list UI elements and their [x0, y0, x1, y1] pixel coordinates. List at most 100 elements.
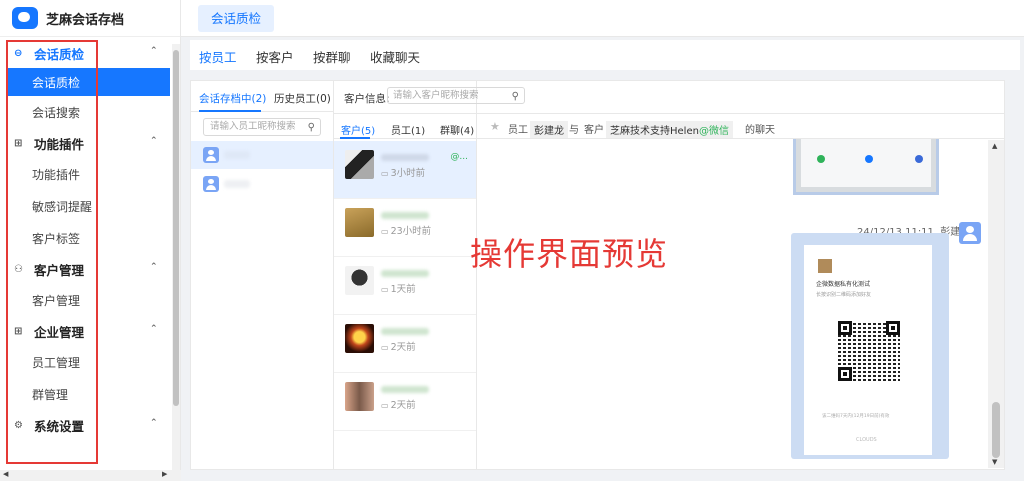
employee-tabs: 会话存档中(2) 历史员工(0)	[191, 81, 333, 112]
qr-card: 企微数据私有化测试 长按识别二维码添加好友 该二维码7天内(12月19日前)有效…	[804, 245, 932, 455]
sidebar-item-customer-mgmt[interactable]: 客户管理	[0, 284, 172, 316]
header-customer-prefix: 客户	[584, 125, 604, 136]
last-message-time: ▭ 23小时前	[381, 223, 431, 237]
tab-customers[interactable]: 客户(5)	[341, 122, 375, 137]
star-icon[interactable]: ★	[490, 120, 500, 133]
grid-icon: ⊞	[14, 325, 23, 337]
employee-search-input[interactable]: 请输入员工昵称搜索 ⚲	[203, 118, 321, 136]
blurred-name	[224, 180, 250, 188]
customer-avatar	[345, 150, 374, 179]
contact-type-tabs: 客户(5) 员工(1) 群聊(4)	[334, 113, 476, 139]
list-item[interactable]	[191, 141, 333, 169]
chevron-up-icon: ⌃	[150, 324, 158, 334]
edit-icon	[915, 155, 923, 163]
menu-group-customers[interactable]: ⚇ 客户管理 ⌃	[0, 254, 172, 284]
tab-groups[interactable]: 群聊(4)	[440, 122, 474, 137]
arrow-down-icon[interactable]: ▼	[992, 458, 997, 466]
sidebar-item-sensitive-words[interactable]: 敏感词提醒	[0, 190, 172, 222]
time-text: 2天前	[390, 400, 416, 411]
customer-source-tag: @...	[450, 152, 468, 162]
list-item[interactable]: ▭ 2天前	[334, 315, 476, 373]
image-message[interactable]	[793, 139, 939, 195]
chevron-up-icon: ⌃	[150, 418, 158, 428]
qr-finder	[838, 367, 852, 381]
app-header: 芝麻会话存档	[0, 0, 180, 37]
app-title: 芝麻会话存档	[46, 12, 125, 28]
chat-icon: ▭	[381, 169, 389, 178]
sidebar-item-session-search[interactable]: 会话搜索	[0, 96, 172, 128]
chat-header: ★ 员工 彭建龙 与 客户 芝麻技术支持Helen@微信 的聊天	[477, 113, 1004, 139]
tab-archiving[interactable]: 会话存档中(2)	[199, 91, 266, 106]
chat-icon: ▭	[381, 227, 389, 236]
tab-by-group[interactable]: 按群聊	[313, 47, 351, 66]
arrow-up-icon[interactable]: ▲	[992, 142, 997, 150]
header-suffix: 的聊天	[745, 125, 775, 136]
customer-info-label: 客户信息:	[344, 93, 390, 105]
sidebar-horizontal-scrollbar[interactable]: ◀ ▶	[0, 470, 181, 481]
qr-finder	[886, 321, 900, 335]
chat-scrollbar[interactable]: ▲ ▼	[988, 140, 1004, 468]
employee-chip: 彭建龙	[530, 121, 568, 138]
sidebar-item-staff-mgmt[interactable]: 员工管理	[0, 346, 172, 378]
tab-by-customer[interactable]: 按客户	[256, 47, 294, 66]
card-brand: CLOUDS	[856, 437, 877, 443]
qr-card-message[interactable]: 企微数据私有化测试 长按识别二维码添加好友 该二维码7天内(12月19日前)有效…	[791, 233, 949, 459]
menu-group-enterprise[interactable]: ⊞ 企业管理 ⌃	[0, 316, 172, 346]
list-item[interactable]: ▭ 1天前	[334, 257, 476, 315]
search-icon[interactable]: ⚲	[308, 120, 315, 136]
sidebar-item-session-qc[interactable]: 会话质检	[8, 68, 170, 96]
blurred-name	[381, 328, 429, 335]
list-item[interactable]: ▭ 23小时前	[334, 199, 476, 257]
sidebar-item-group-mgmt[interactable]: 群管理	[0, 378, 172, 410]
people-icon: ⚇	[14, 263, 23, 275]
tab-staff[interactable]: 员工(1)	[391, 122, 425, 137]
time-text: 2天前	[390, 342, 416, 353]
search-placeholder: 请输入员工昵称搜索	[210, 121, 296, 132]
menu-group-label: 客户管理	[34, 262, 85, 278]
menu-group-session-qc[interactable]: ⊖ 会话质检 ⌃	[0, 38, 172, 68]
arrow-right-icon[interactable]: ▶	[162, 470, 167, 478]
menu-group-label: 功能插件	[34, 136, 85, 152]
menu-group-settings[interactable]: ⚙ 系统设置 ⌃	[0, 410, 172, 440]
grid-icon: ⊞	[14, 137, 23, 149]
chat-icon: ▭	[381, 285, 389, 294]
sidebar-item-customer-tags[interactable]: 客户标签	[0, 222, 172, 254]
sidebar-item-plugins[interactable]: 功能插件	[0, 158, 172, 190]
employee-column: 会话存档中(2) 历史员工(0) 请输入员工昵称搜索 ⚲	[191, 81, 334, 469]
chat-circle-icon: ⊖	[14, 47, 23, 59]
active-tab-underline	[199, 110, 261, 112]
avatar	[203, 176, 219, 192]
menu-group-label: 会话质检	[34, 46, 85, 62]
customer-avatar	[345, 324, 374, 353]
tab-session-qc[interactable]: 会话质检	[198, 5, 275, 32]
arrow-left-icon[interactable]: ◀	[3, 470, 8, 478]
menu-group-plugins[interactable]: ⊞ 功能插件 ⌃	[0, 128, 172, 158]
chat-bubble-logo-icon	[12, 7, 38, 29]
chat-icon: ▭	[381, 343, 389, 352]
chevron-up-icon: ⌃	[150, 262, 158, 272]
card-title: 企微数据私有化测试	[816, 281, 871, 288]
list-item[interactable]: @... ▭ 3小时前	[334, 141, 476, 199]
customer-avatar	[345, 266, 374, 295]
tab-favorites[interactable]: 收藏聊天	[370, 47, 420, 66]
scrollbar-thumb[interactable]	[173, 50, 179, 406]
header-connector: 与	[569, 125, 579, 136]
last-message-time: ▭ 1天前	[381, 281, 416, 295]
list-item[interactable]: ▭ 2天前	[334, 373, 476, 431]
customer-source: @微信	[698, 126, 729, 137]
tab-history-staff[interactable]: 历史员工(0)	[274, 91, 331, 106]
sidebar-scrollbar[interactable]	[172, 44, 180, 470]
list-item[interactable]	[191, 170, 333, 198]
blurred-name	[381, 212, 429, 219]
top-bar: 会话质检	[181, 0, 1024, 37]
customer-avatar	[345, 208, 374, 237]
app-icon	[865, 155, 873, 163]
wechat-icon	[817, 155, 825, 163]
sidebar: 芝麻会话存档 ⊖ 会话质检 ⌃ 会话质检 会话搜索 ⊞ 功能插件 ⌃ 功能插件 …	[0, 0, 181, 481]
blurred-name	[224, 151, 250, 159]
blurred-name	[381, 270, 429, 277]
time-text: 3小时前	[390, 168, 426, 179]
scrollbar-thumb[interactable]	[992, 402, 1000, 458]
time-text: 1天前	[390, 284, 416, 295]
tab-by-employee[interactable]: 按员工	[199, 47, 237, 66]
